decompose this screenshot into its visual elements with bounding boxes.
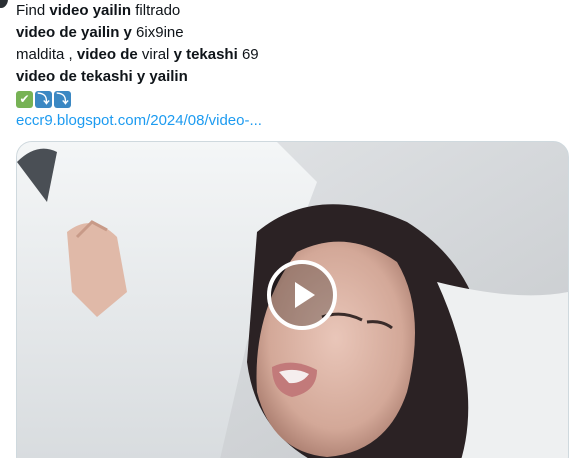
- tweet-text-line-2: video de yailin y 6ix9ine: [16, 22, 556, 44]
- text-segment: viral: [137, 46, 174, 63]
- tweet-link[interactable]: eccr9.blogspot.com/2024/08/video-...: [16, 112, 262, 129]
- play-icon: [295, 282, 315, 308]
- arrow-down-icon: ⤵: [54, 90, 71, 108]
- text-segment-bold: video de: [76, 46, 138, 63]
- check-mark-icon: ✔: [16, 90, 33, 108]
- tweet-text-line-3: maldita , video de viral y tekashi 69: [16, 44, 556, 66]
- text-segment-bold: video de tekashi y yailin: [16, 68, 188, 85]
- text-segment: filtrado: [131, 2, 181, 19]
- text-segment: maldita ,: [16, 46, 77, 63]
- arrow-down-icon: ⤵: [35, 90, 52, 108]
- tweet-link-line: eccr9.blogspot.com/2024/08/video-...: [16, 110, 556, 132]
- text-segment-bold: y tekashi: [173, 46, 238, 63]
- text-segment-bold: video yailin: [49, 2, 132, 19]
- tweet-text: Find video yailin filtrado video de yail…: [16, 0, 556, 132]
- text-segment-bold: video de yailin y: [16, 24, 132, 41]
- tweet-text-line-1: Find video yailin filtrado: [16, 0, 556, 22]
- tweet: Find video yailin filtrado video de yail…: [0, 0, 580, 458]
- tweet-text-line-4: video de tekashi y yailin: [16, 66, 556, 88]
- video-thumbnail[interactable]: [16, 141, 569, 458]
- text-segment: 69: [237, 46, 259, 63]
- avatar[interactable]: [0, 0, 8, 8]
- text-segment: Find: [16, 2, 50, 19]
- text-segment: 6ix9ine: [131, 24, 184, 41]
- play-button[interactable]: [267, 260, 337, 330]
- emoji-row: ✔ ⤵ ⤵: [16, 88, 556, 110]
